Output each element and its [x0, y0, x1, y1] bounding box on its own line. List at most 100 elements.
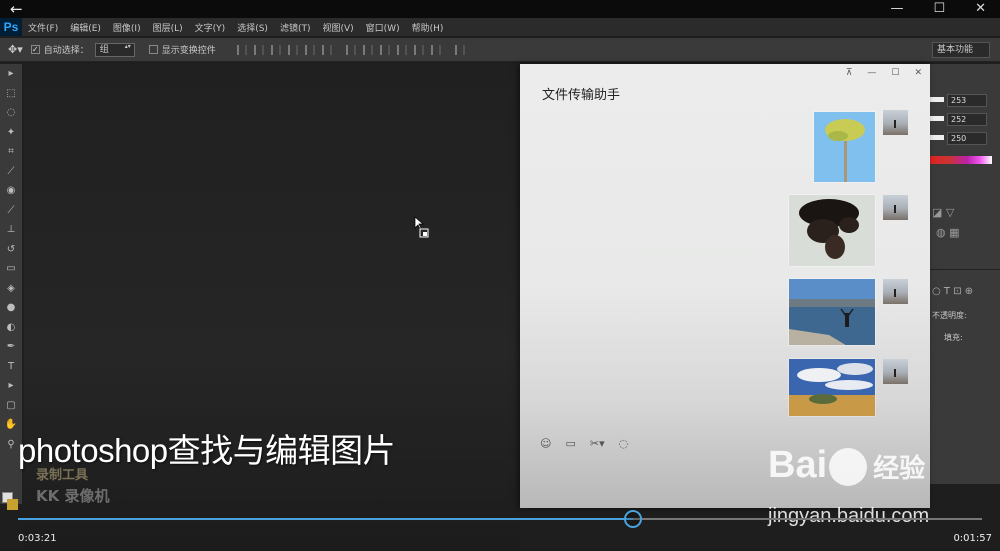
- watermark-line1: 录制工具: [36, 468, 89, 483]
- emoji-icon[interactable]: ☺: [540, 437, 551, 450]
- color-b-slider[interactable]: [930, 135, 944, 140]
- color-g-slider[interactable]: [930, 116, 944, 121]
- mouse-cursor-icon: [414, 216, 429, 238]
- maximize-button[interactable]: ☐: [933, 0, 945, 18]
- menu-view[interactable]: 视图(V): [322, 21, 353, 34]
- right-panels: 253 252 250 ◪ ▽ ◍ ▦ ○ T ⊡ ⊕ 不透明度: 填充:: [930, 64, 1000, 484]
- chat-title: 文件传输助手: [542, 88, 621, 103]
- auto-select-checkbox[interactable]: ✓ 自动选择：: [30, 43, 89, 56]
- message-image-desert[interactable]: [788, 358, 876, 417]
- baidu-logo-text: Bai: [768, 444, 828, 486]
- brush-tool-icon[interactable]: ⟋: [0, 201, 22, 221]
- color-r-field[interactable]: 253: [947, 94, 987, 107]
- baidu-jingyan-text: 经验: [873, 453, 926, 483]
- chat-maximize-button[interactable]: ☐: [891, 68, 899, 78]
- chat-window: 文件传输助手 ⊼ — ☐ ✕ ☺ ▭ ✂▾ ◌: [520, 64, 930, 508]
- distribute-bottom-icon[interactable]: [379, 44, 390, 55]
- move-tool-icon[interactable]: ✥▾: [8, 43, 23, 56]
- shape-tool-icon[interactable]: ▢: [0, 396, 22, 416]
- video-subtitle: photoshop查找与编辑图片: [18, 432, 396, 469]
- progress-bar[interactable]: [18, 510, 982, 528]
- baidu-jingyan-logo: Bai 经验: [768, 444, 925, 487]
- menu-file[interactable]: 文件(F): [28, 21, 58, 34]
- auto-align-icon[interactable]: [454, 44, 465, 55]
- eraser-tool-icon[interactable]: ▭: [0, 259, 22, 279]
- show-transform-checkbox[interactable]: 显示变换控件: [148, 43, 216, 56]
- sender-avatar[interactable]: [883, 279, 908, 304]
- menu-layer[interactable]: 图层(L): [153, 21, 183, 34]
- path-selection-tool-icon[interactable]: ▸: [0, 376, 22, 396]
- chat-bubble-icon[interactable]: ◌: [619, 437, 629, 450]
- stamp-tool-icon[interactable]: ⊥: [0, 220, 22, 240]
- time-elapsed: 0:03:21: [18, 533, 57, 544]
- progress-knob[interactable]: [624, 510, 643, 528]
- align-top-icon[interactable]: [236, 44, 247, 55]
- menu-image[interactable]: 图像(I): [113, 21, 141, 34]
- align-bottom-icon[interactable]: [270, 44, 281, 55]
- auto-select-label: 自动选择：: [43, 46, 89, 56]
- distribute-hcenter-icon[interactable]: [413, 44, 424, 55]
- auto-select-dropdown[interactable]: 组: [94, 42, 135, 57]
- chat-close-button[interactable]: ✕: [914, 68, 922, 78]
- dodge-tool-icon[interactable]: ◐: [0, 318, 22, 338]
- align-hcenter-icon[interactable]: [304, 44, 315, 55]
- align-right-icon[interactable]: [321, 44, 332, 55]
- color-g-field[interactable]: 252: [947, 113, 987, 126]
- menu-help[interactable]: 帮助(H): [412, 21, 444, 34]
- back-arrow-icon[interactable]: ←: [10, 0, 23, 18]
- adjustment-icons[interactable]: ◪ ▽: [932, 206, 954, 219]
- eyedropper-tool-icon[interactable]: ⟋: [0, 162, 22, 182]
- adjustment-icons-row2[interactable]: ◍ ▦: [936, 226, 960, 239]
- menu-type[interactable]: 文字(Y): [195, 21, 226, 34]
- align-left-icon[interactable]: [287, 44, 298, 55]
- folder-icon[interactable]: ▭: [565, 437, 575, 450]
- healing-brush-tool-icon[interactable]: ◉: [0, 181, 22, 201]
- distribute-left-icon[interactable]: [396, 44, 407, 55]
- layer-opacity-label: 不透明度:: [932, 311, 967, 320]
- distribute-right-icon[interactable]: [430, 44, 441, 55]
- window-controls: — ☐ ✕: [890, 0, 986, 18]
- blur-tool-icon[interactable]: ●: [0, 298, 22, 318]
- move-tool-icon[interactable]: ▸: [0, 64, 22, 84]
- history-brush-tool-icon[interactable]: ↺: [0, 240, 22, 260]
- color-b-row: 250: [930, 132, 1000, 146]
- close-button[interactable]: ✕: [975, 0, 986, 18]
- scissors-icon[interactable]: ✂▾: [590, 437, 605, 450]
- message-image-seaside[interactable]: [788, 278, 876, 346]
- lasso-tool-icon[interactable]: ◌: [0, 103, 22, 123]
- align-vcenter-icon[interactable]: [253, 44, 264, 55]
- layer-filter-icons[interactable]: ○ T ⊡ ⊕: [932, 286, 973, 297]
- time-remaining: 0:01:57: [953, 533, 992, 544]
- background-color-swatch[interactable]: [7, 499, 18, 510]
- sender-avatar[interactable]: [883, 195, 908, 220]
- options-bar: ✥▾ ✓自动选择： 组 显示变换控件 基本功能: [0, 38, 1000, 62]
- menu-window[interactable]: 窗口(W): [366, 21, 400, 34]
- crop-tool-icon[interactable]: ⌗: [0, 142, 22, 162]
- sender-avatar[interactable]: [883, 359, 908, 384]
- type-tool-icon[interactable]: T: [0, 357, 22, 377]
- progress-fill: [18, 518, 634, 520]
- distribute-top-icon[interactable]: [345, 44, 356, 55]
- message-image-tree[interactable]: [813, 111, 876, 183]
- color-r-slider[interactable]: [930, 97, 944, 102]
- marquee-tool-icon[interactable]: ⬚: [0, 84, 22, 104]
- message-image-smoke[interactable]: [788, 194, 876, 267]
- color-spectrum[interactable]: [930, 156, 992, 164]
- color-b-field[interactable]: 250: [947, 132, 987, 145]
- chat-minimize-button[interactable]: —: [867, 68, 876, 78]
- color-g-row: 252: [930, 113, 1000, 127]
- chat-window-controls: ⊼ — ☐ ✕: [846, 68, 922, 78]
- distribute-vcenter-icon[interactable]: [362, 44, 373, 55]
- pin-icon[interactable]: ⊼: [846, 68, 853, 78]
- recorder-watermark: 录制工具 KK 录像机: [36, 466, 109, 506]
- menu-select[interactable]: 选择(S): [237, 21, 268, 34]
- menu-edit[interactable]: 编辑(E): [70, 21, 101, 34]
- minimize-button[interactable]: —: [890, 0, 903, 18]
- menu-filter[interactable]: 滤镜(T): [280, 21, 311, 34]
- pen-tool-icon[interactable]: ✒: [0, 337, 22, 357]
- magic-wand-tool-icon[interactable]: ✦: [0, 123, 22, 143]
- workspace-dropdown[interactable]: 基本功能: [932, 42, 990, 58]
- show-transform-label: 显示变换控件: [161, 46, 216, 56]
- sender-avatar[interactable]: [883, 110, 908, 135]
- paint-bucket-tool-icon[interactable]: ◈: [0, 279, 22, 299]
